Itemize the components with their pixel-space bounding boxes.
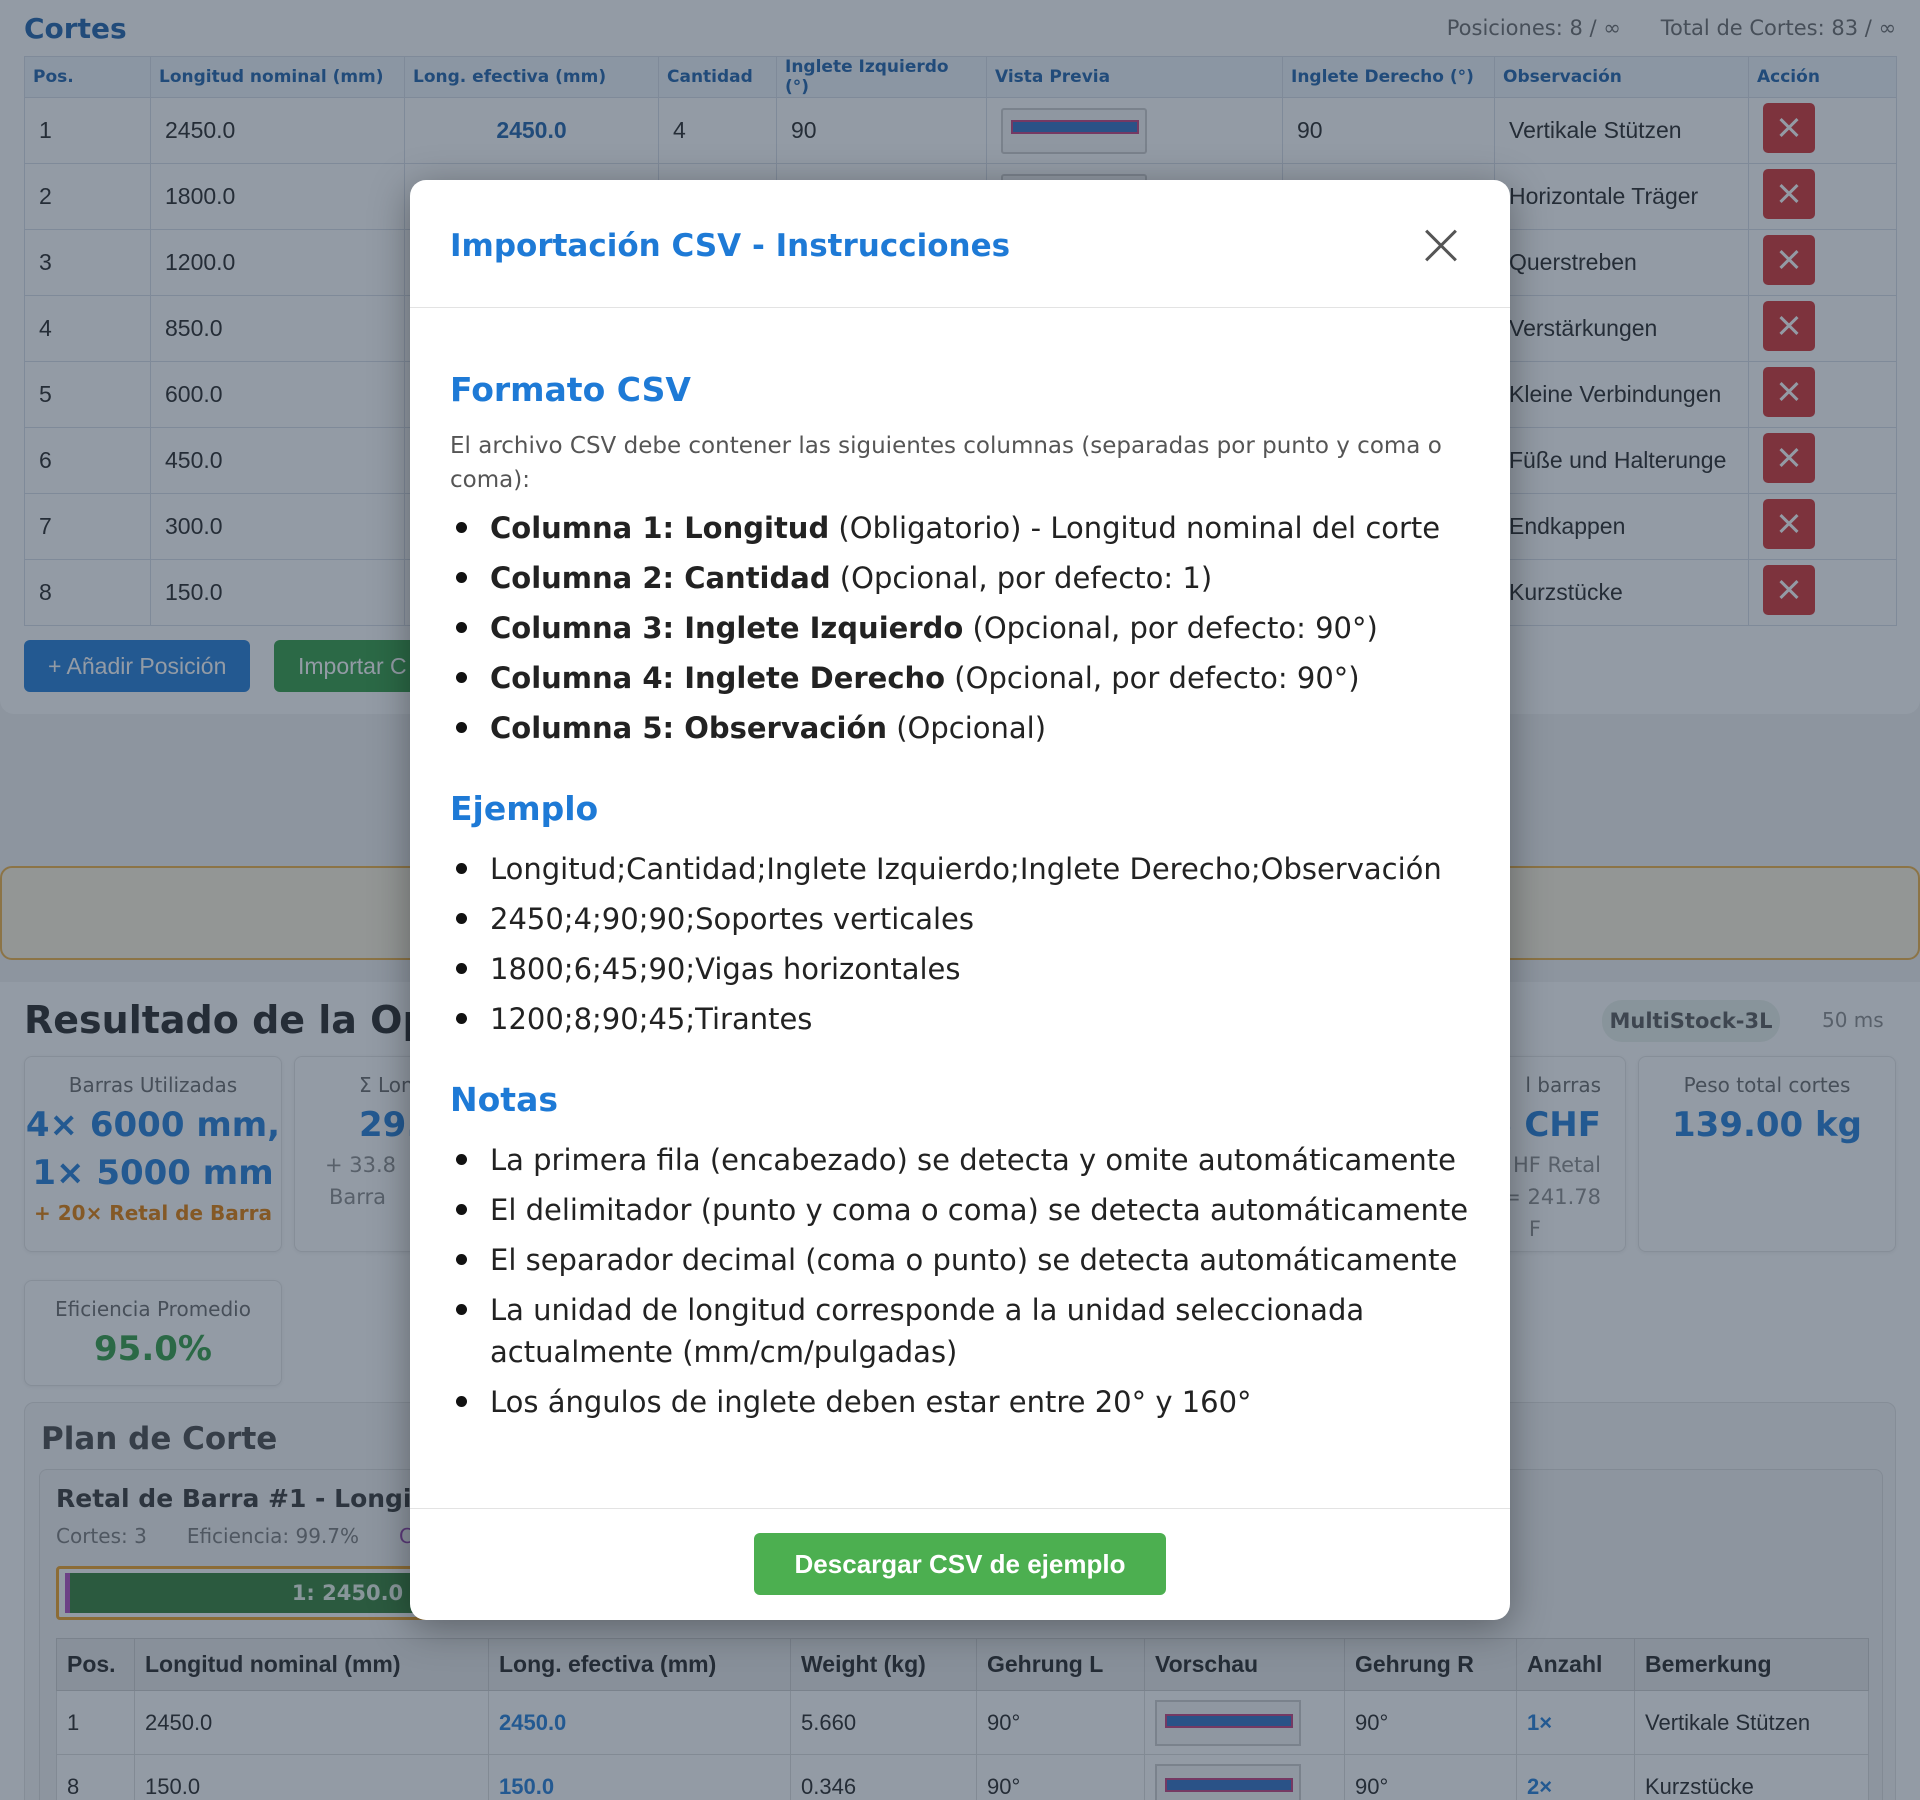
list-item: 1200;8;90;45;Tirantes [450,998,1470,1040]
download-example-button[interactable]: Descargar CSV de ejemplo [754,1533,1166,1595]
list-item: Columna 2: Cantidad (Opcional, por defec… [450,557,1470,599]
list-item: Columna 1: Longitud (Obligatorio) - Long… [450,507,1470,549]
modal-title: Importación CSV - Instrucciones [450,228,1011,264]
modal-header: Importación CSV - Instrucciones [410,180,1510,308]
list-item: Columna 5: Observación (Opcional) [450,707,1470,749]
list-item: Los ángulos de inglete deben estar entre… [450,1381,1470,1423]
list-item: El delimitador (punto y coma o coma) se … [450,1189,1470,1231]
notes-heading: Notas [450,1080,558,1119]
column-name: Columna 1: Longitud [490,511,830,545]
list-item: La unidad de longitud corresponde a la u… [450,1289,1470,1373]
example-list: Longitud;Cantidad;Inglete Izquierdo;Ingl… [450,848,1470,1040]
format-heading: Formato CSV [450,370,691,409]
column-desc: (Opcional, por defecto: 90°) [945,661,1360,695]
columns-list: Columna 1: Longitud (Obligatorio) - Long… [450,507,1470,749]
close-modal-button[interactable] [1424,228,1460,264]
column-name: Columna 4: Inglete Derecho [490,661,946,695]
list-item: Longitud;Cantidad;Inglete Izquierdo;Ingl… [450,848,1470,890]
list-item: 2450;4;90;90;Soportes verticales [450,898,1470,940]
format-intro: El archivo CSV debe contener las siguien… [450,433,1442,493]
column-name: Columna 5: Observación [490,711,888,745]
list-item: El separador decimal (coma o punto) se d… [450,1239,1470,1281]
notes-list: La primera fila (encabezado) se detecta … [450,1139,1470,1423]
column-name: Columna 2: Cantidad [490,561,831,595]
list-item: Columna 4: Inglete Derecho (Opcional, po… [450,657,1470,699]
column-name: Columna 3: Inglete Izquierdo [490,611,964,645]
column-desc: (Opcional, por defecto: 1) [830,561,1213,595]
modal-body: Formato CSV El archivo CSV debe contener… [450,370,1470,1463]
example-heading: Ejemplo [450,789,599,828]
column-desc: (Opcional, por defecto: 90°) [963,611,1378,645]
column-desc: (Obligatorio) - Longitud nominal del cor… [829,511,1441,545]
csv-import-modal: Importación CSV - Instrucciones Formato … [410,180,1510,1620]
list-item: Columna 3: Inglete Izquierdo (Opcional, … [450,607,1470,649]
modal-footer: Descargar CSV de ejemplo [410,1508,1510,1620]
column-desc: (Opcional) [887,711,1047,745]
list-item: La primera fila (encabezado) se detecta … [450,1139,1470,1181]
list-item: 1800;6;45;90;Vigas horizontales [450,948,1470,990]
